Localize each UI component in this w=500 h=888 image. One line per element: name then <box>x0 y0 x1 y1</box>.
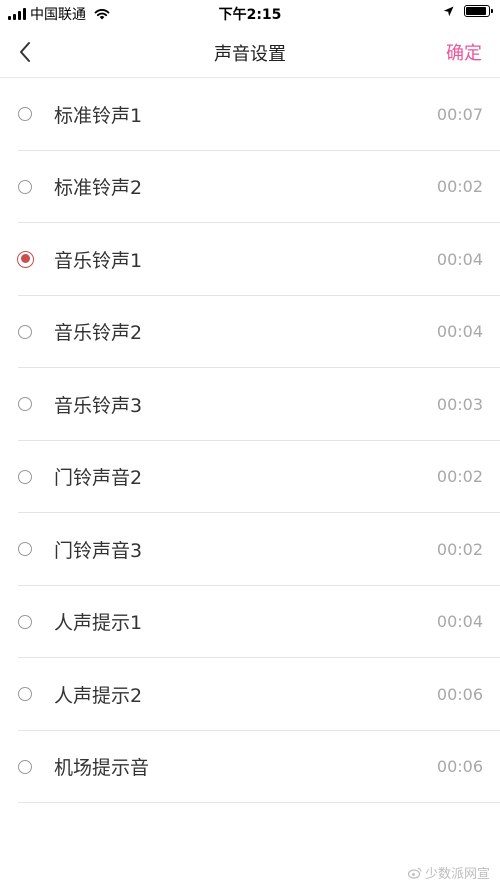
sound-settings-screen: 中国联通 下午2:15 声音设置 确定 标准铃声1 00:07 标准铃声2 00… <box>0 0 500 888</box>
radio-button[interactable] <box>18 614 32 629</box>
ringtone-duration: 00:02 <box>436 177 483 197</box>
radio-button[interactable] <box>18 179 32 194</box>
status-time: 下午2:15 <box>218 7 282 23</box>
ringtone-duration: 00:04 <box>436 249 483 269</box>
radio-button[interactable] <box>18 397 32 412</box>
ringtone-list: 标准铃声1 00:07 标准铃声2 00:02 音乐铃声1 00:04 音乐铃声… <box>0 78 500 803</box>
ringtone-label: 机场提示音 <box>54 757 150 780</box>
ringtone-duration: 00:03 <box>436 394 483 414</box>
confirm-button[interactable]: 确定 <box>446 39 482 65</box>
page-title: 声音设置 <box>214 44 286 65</box>
radio-button[interactable] <box>18 324 32 339</box>
location-arrow-icon <box>443 6 454 16</box>
ringtone-duration: 00:02 <box>436 539 483 559</box>
radio-button[interactable] <box>18 759 32 774</box>
watermark-text: 少数派网宣 <box>424 867 490 882</box>
ringtone-label: 门铃声音2 <box>54 467 143 490</box>
ringtone-item[interactable]: 标准铃声1 00:07 <box>0 78 500 151</box>
ringtone-label: 人声提示1 <box>54 612 143 635</box>
ringtone-label: 门铃声音3 <box>54 539 143 562</box>
ringtone-label: 音乐铃声3 <box>54 394 143 417</box>
ringtone-duration: 00:07 <box>436 104 483 124</box>
ringtone-label: 人声提示2 <box>54 684 143 707</box>
ringtone-item[interactable]: 音乐铃声3 00:03 <box>0 368 500 441</box>
battery-fill <box>466 7 486 15</box>
navigation-bar: 声音设置 确定 <box>0 26 500 78</box>
ringtone-duration: 00:06 <box>436 757 483 777</box>
ringtone-label: 音乐铃声1 <box>54 249 143 272</box>
ringtone-item[interactable]: 人声提示1 00:04 <box>0 586 500 659</box>
status-right <box>443 5 493 17</box>
ringtone-duration: 00:06 <box>436 684 483 704</box>
weibo-icon <box>407 867 422 879</box>
ringtone-item[interactable]: 标准铃声2 00:02 <box>0 151 500 224</box>
battery-icon <box>464 5 493 17</box>
status-bar: 中国联通 下午2:15 <box>0 0 500 26</box>
ringtone-duration: 00:04 <box>436 612 483 632</box>
ringtone-item[interactable]: 音乐铃声1 00:04 <box>0 223 500 296</box>
ringtone-label: 音乐铃声2 <box>54 322 143 345</box>
ringtone-duration: 00:02 <box>436 467 483 487</box>
ringtone-item[interactable]: 门铃声音2 00:02 <box>0 441 500 514</box>
ringtone-label: 标准铃声2 <box>54 177 143 200</box>
ringtone-item[interactable]: 门铃声音3 00:02 <box>0 513 500 586</box>
ringtone-duration: 00:04 <box>436 322 483 342</box>
ringtone-item[interactable]: 人声提示2 00:06 <box>0 658 500 731</box>
radio-button[interactable] <box>18 107 32 122</box>
radio-button[interactable] <box>18 687 32 702</box>
watermark: 少数派网宣 <box>407 863 490 882</box>
battery-cap <box>491 9 493 13</box>
ringtone-item[interactable]: 音乐铃声2 00:04 <box>0 296 500 369</box>
radio-button[interactable] <box>18 542 32 557</box>
ringtone-label: 标准铃声1 <box>54 104 143 127</box>
radio-button-selected[interactable] <box>17 250 34 268</box>
radio-button[interactable] <box>18 469 32 484</box>
ringtone-item[interactable]: 机场提示音 00:06 <box>0 731 500 804</box>
